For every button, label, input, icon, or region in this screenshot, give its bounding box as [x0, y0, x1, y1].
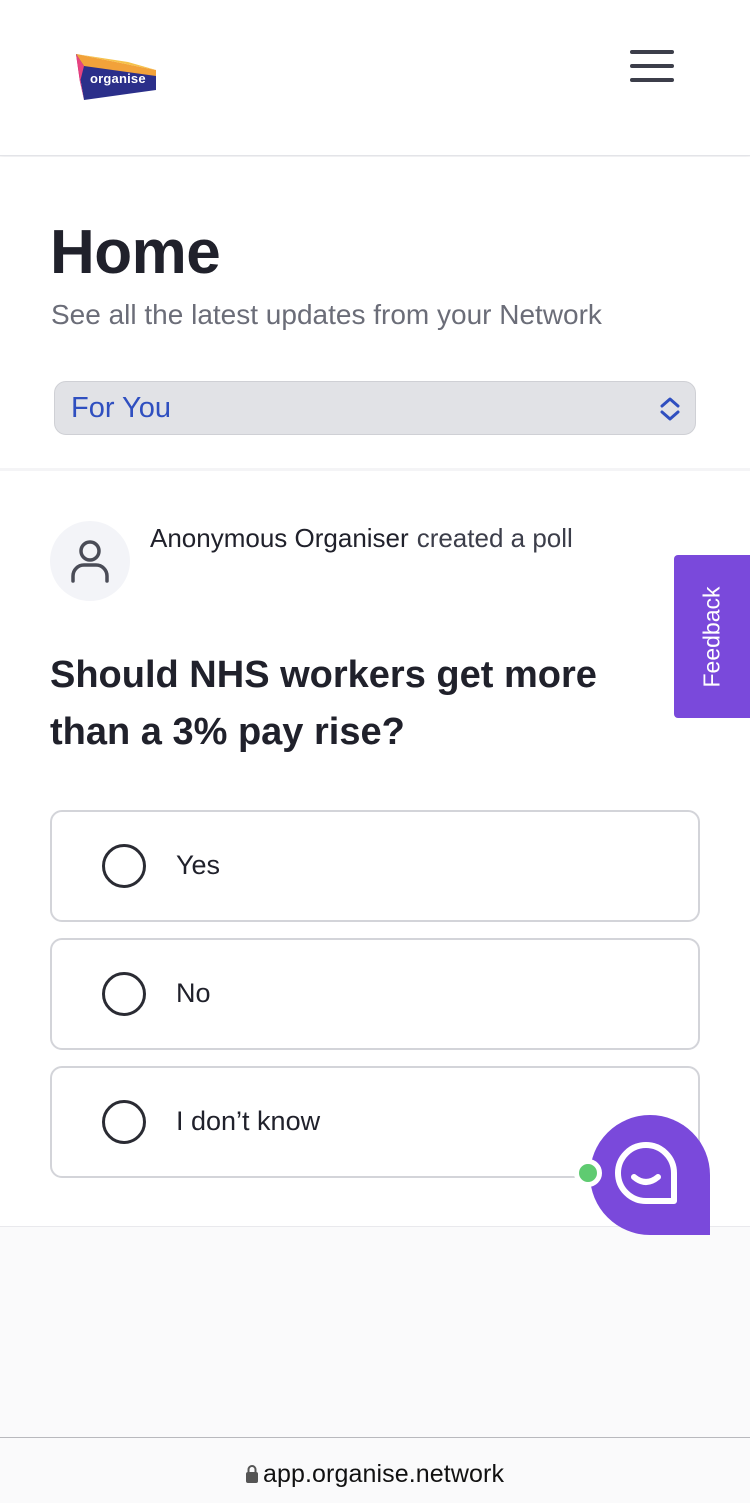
poll-question: Should NHS workers get more than a 3% pa… [50, 654, 597, 753]
hamburger-menu-icon [630, 50, 674, 54]
lock-icon [246, 1465, 258, 1483]
poll-option-label: I don’t know [176, 1106, 321, 1136]
radio-button[interactable] [102, 1100, 146, 1144]
post-action-text: created a poll [416, 523, 573, 553]
page-title: Home [50, 218, 221, 287]
app-header: organise [0, 0, 750, 156]
poll-option-label: Yes [176, 850, 221, 880]
post-author-line: Anonymous Organiser created a poll [150, 523, 573, 554]
up-down-chevron-icon [660, 397, 680, 421]
post-author-name[interactable]: Anonymous Organiser [150, 523, 409, 553]
poll-option-no[interactable]: No [50, 938, 700, 1050]
organise-logo[interactable]: organise [74, 52, 160, 104]
chat-launcher-button[interactable] [590, 1115, 710, 1235]
feed-filter-value: For You [71, 392, 171, 424]
url-text: app.organise.network [263, 1460, 505, 1488]
radio-button[interactable] [102, 972, 146, 1016]
browser-address-bar[interactable]: app.organise.network [0, 1437, 750, 1503]
chat-smile-icon [615, 1142, 677, 1204]
online-status-dot [574, 1159, 602, 1187]
feedback-tab[interactable]: Feedback [674, 555, 750, 718]
logo-wordmark: organise [90, 71, 146, 86]
poll-post-card: Anonymous Organiser created a poll Should… [0, 471, 750, 1227]
radio-button[interactable] [102, 844, 146, 888]
poll-option-label: No [176, 978, 211, 1008]
user-icon [71, 540, 109, 583]
avatar [50, 521, 130, 601]
poll-option-yes[interactable]: Yes [50, 810, 700, 922]
page-subtitle: See all the latest updates from your Net… [51, 299, 602, 330]
feedback-tab-label: Feedback [698, 585, 725, 688]
feed-filter-select[interactable]: For You [54, 381, 696, 435]
hamburger-menu-button[interactable] [626, 50, 678, 90]
home-section: Home See all the latest updates from you… [0, 157, 750, 468]
